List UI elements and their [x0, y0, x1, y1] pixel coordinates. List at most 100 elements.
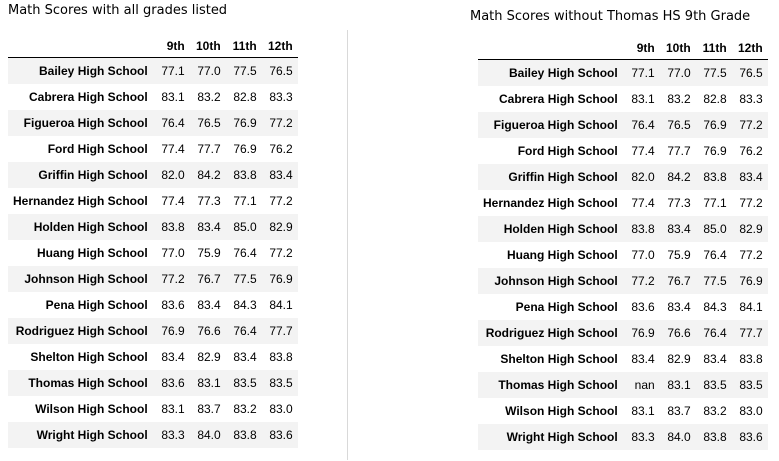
score-cell-g9: 83.3 — [631, 430, 655, 444]
school-name-cell: Johnson High School — [24, 272, 148, 286]
score-cell-g9: 77.4 — [161, 142, 185, 156]
school-name-cell: Wright High School — [506, 430, 618, 444]
table-row: Wright High School 83.3 84.0 83.8 83.6 — [478, 424, 768, 450]
score-cell-g10: 77.7 — [667, 144, 691, 158]
table-row: Griffin High School 82.0 84.2 83.8 83.4 — [8, 162, 298, 188]
score-cell-g9: 77.1 — [631, 66, 655, 80]
score-cell-g10: 76.7 — [197, 272, 221, 286]
table-row: Rodriguez High School 76.9 76.6 76.4 77.7 — [478, 320, 768, 346]
right-header-9th: 9th — [623, 37, 660, 60]
school-name-cell: Griffin High School — [38, 168, 148, 182]
score-cell-g11: 85.0 — [233, 220, 257, 234]
score-cell-g12: 83.5 — [269, 376, 293, 390]
table-row: Holden High School 83.8 83.4 85.0 82.9 — [8, 214, 298, 240]
score-cell-g9: 83.8 — [631, 222, 655, 236]
school-name-cell: Huang High School — [507, 248, 618, 262]
school-name-cell: Thomas High School — [28, 376, 148, 390]
score-cell-g11: 77.5 — [233, 64, 257, 78]
score-cell-g11: 84.3 — [703, 300, 727, 314]
right-header-12th: 12th — [731, 37, 768, 60]
score-cell-g10: 83.4 — [667, 300, 691, 314]
right-index-header — [478, 37, 624, 60]
score-cell-g11: 76.4 — [703, 248, 727, 262]
score-cell-g12: 77.2 — [269, 194, 293, 208]
score-cell-g12: 82.9 — [739, 222, 763, 236]
score-cell-g9: 77.2 — [631, 274, 655, 288]
score-cell-g12: 77.2 — [739, 118, 763, 132]
score-cell-g11: 83.8 — [703, 430, 727, 444]
table-row: Cabrera High School 83.1 83.2 82.8 83.3 — [478, 86, 768, 112]
school-name-cell: Ford High School — [517, 144, 618, 158]
score-cell-g10: 83.2 — [197, 90, 221, 104]
school-name-cell: Shelton High School — [500, 352, 618, 366]
score-cell-g9: 83.1 — [631, 404, 655, 418]
school-name-cell: Holden High School — [33, 220, 148, 234]
score-cell-g10: 83.7 — [197, 402, 221, 416]
score-cell-g11: 85.0 — [703, 222, 727, 236]
table-row: Bailey High School 77.1 77.0 77.5 76.5 — [478, 59, 768, 86]
school-name-cell: Pena High School — [515, 300, 618, 314]
score-cell-g12: 77.7 — [269, 324, 293, 338]
table-row: Rodriguez High School 76.9 76.6 76.4 77.7 — [8, 318, 298, 344]
school-name-cell: Pena High School — [45, 298, 148, 312]
score-cell-g10: 77.7 — [197, 142, 221, 156]
score-cell-g11: 76.4 — [703, 326, 727, 340]
score-cell-g12: 76.5 — [269, 64, 293, 78]
score-cell-g11: 76.4 — [233, 324, 257, 338]
score-cell-g10: 82.9 — [197, 350, 221, 364]
score-cell-g9: 76.9 — [161, 324, 185, 338]
score-cell-g10: 76.7 — [667, 274, 691, 288]
table-row: Griffin High School 82.0 84.2 83.8 83.4 — [478, 164, 768, 190]
score-cell-g11: 83.8 — [703, 170, 727, 184]
score-cell-g12: 84.1 — [269, 298, 293, 312]
score-cell-g11: 76.4 — [233, 246, 257, 260]
table-row: Figueroa High School 76.4 76.5 76.9 77.2 — [8, 110, 298, 136]
score-cell-g10: 83.1 — [197, 376, 221, 390]
left-header-row: 9th 10th 11th 12th — [8, 35, 298, 58]
table-row: Cabrera High School 83.1 83.2 82.8 83.3 — [8, 84, 298, 110]
score-cell-g12: 83.3 — [739, 92, 763, 106]
score-cell-g9: 83.1 — [161, 402, 185, 416]
score-cell-g9: 77.1 — [161, 64, 185, 78]
table-row: Pena High School 83.6 83.4 84.3 84.1 — [478, 294, 768, 320]
right-header-row: 9th 10th 11th 12th — [478, 37, 768, 60]
score-cell-g12: 76.9 — [269, 272, 293, 286]
score-cell-g9: 83.3 — [161, 428, 185, 442]
table-row: Bailey High School 77.1 77.0 77.5 76.5 — [8, 57, 298, 84]
table-row: Pena High School 83.6 83.4 84.3 84.1 — [8, 292, 298, 318]
score-cell-g9: 76.4 — [631, 118, 655, 132]
score-cell-g11: 76.9 — [703, 144, 727, 158]
table-row: Thomas High School nan 83.1 83.5 83.5 — [478, 372, 768, 398]
score-cell-g9: 77.2 — [161, 272, 185, 286]
score-cell-g11: 77.5 — [703, 66, 727, 80]
school-name-cell: Griffin High School — [508, 170, 618, 184]
score-cell-g11: 82.8 — [703, 92, 727, 106]
panel-divider — [347, 30, 348, 460]
left-header-9th: 9th — [153, 35, 190, 58]
table-row: Ford High School 77.4 77.7 76.9 76.2 — [8, 136, 298, 162]
score-cell-g9: 77.0 — [161, 246, 185, 260]
score-cell-g11: 82.8 — [233, 90, 257, 104]
score-cell-g10: 83.4 — [197, 220, 221, 234]
score-cell-g11: 77.5 — [703, 274, 727, 288]
score-cell-g12: 83.5 — [739, 378, 763, 392]
score-cell-g9: 83.1 — [161, 90, 185, 104]
table-row: Shelton High School 83.4 82.9 83.4 83.8 — [8, 344, 298, 370]
score-cell-g12: 83.4 — [739, 170, 763, 184]
score-cell-g11: 77.1 — [703, 196, 727, 210]
score-cell-g10: 84.0 — [667, 430, 691, 444]
left-table-body: Bailey High School 77.1 77.0 77.5 76.5 Cabrer… — [8, 57, 298, 448]
school-name-cell: Figueroa High School — [23, 116, 148, 130]
right-header-11th: 11th — [695, 37, 732, 60]
score-cell-g11: 83.2 — [233, 402, 257, 416]
score-cell-g12: 83.3 — [269, 90, 293, 104]
score-cell-g9: 82.0 — [161, 168, 185, 182]
score-cell-g12: 82.9 — [269, 220, 293, 234]
score-cell-g10: 83.7 — [667, 404, 691, 418]
table-row: Wilson High School 83.1 83.7 83.2 83.0 — [478, 398, 768, 424]
right-header-10th: 10th — [659, 37, 696, 60]
score-cell-g11: 76.9 — [233, 116, 257, 130]
score-cell-g10: 83.4 — [197, 298, 221, 312]
left-index-header — [8, 35, 154, 58]
score-cell-g12: 83.0 — [269, 402, 293, 416]
